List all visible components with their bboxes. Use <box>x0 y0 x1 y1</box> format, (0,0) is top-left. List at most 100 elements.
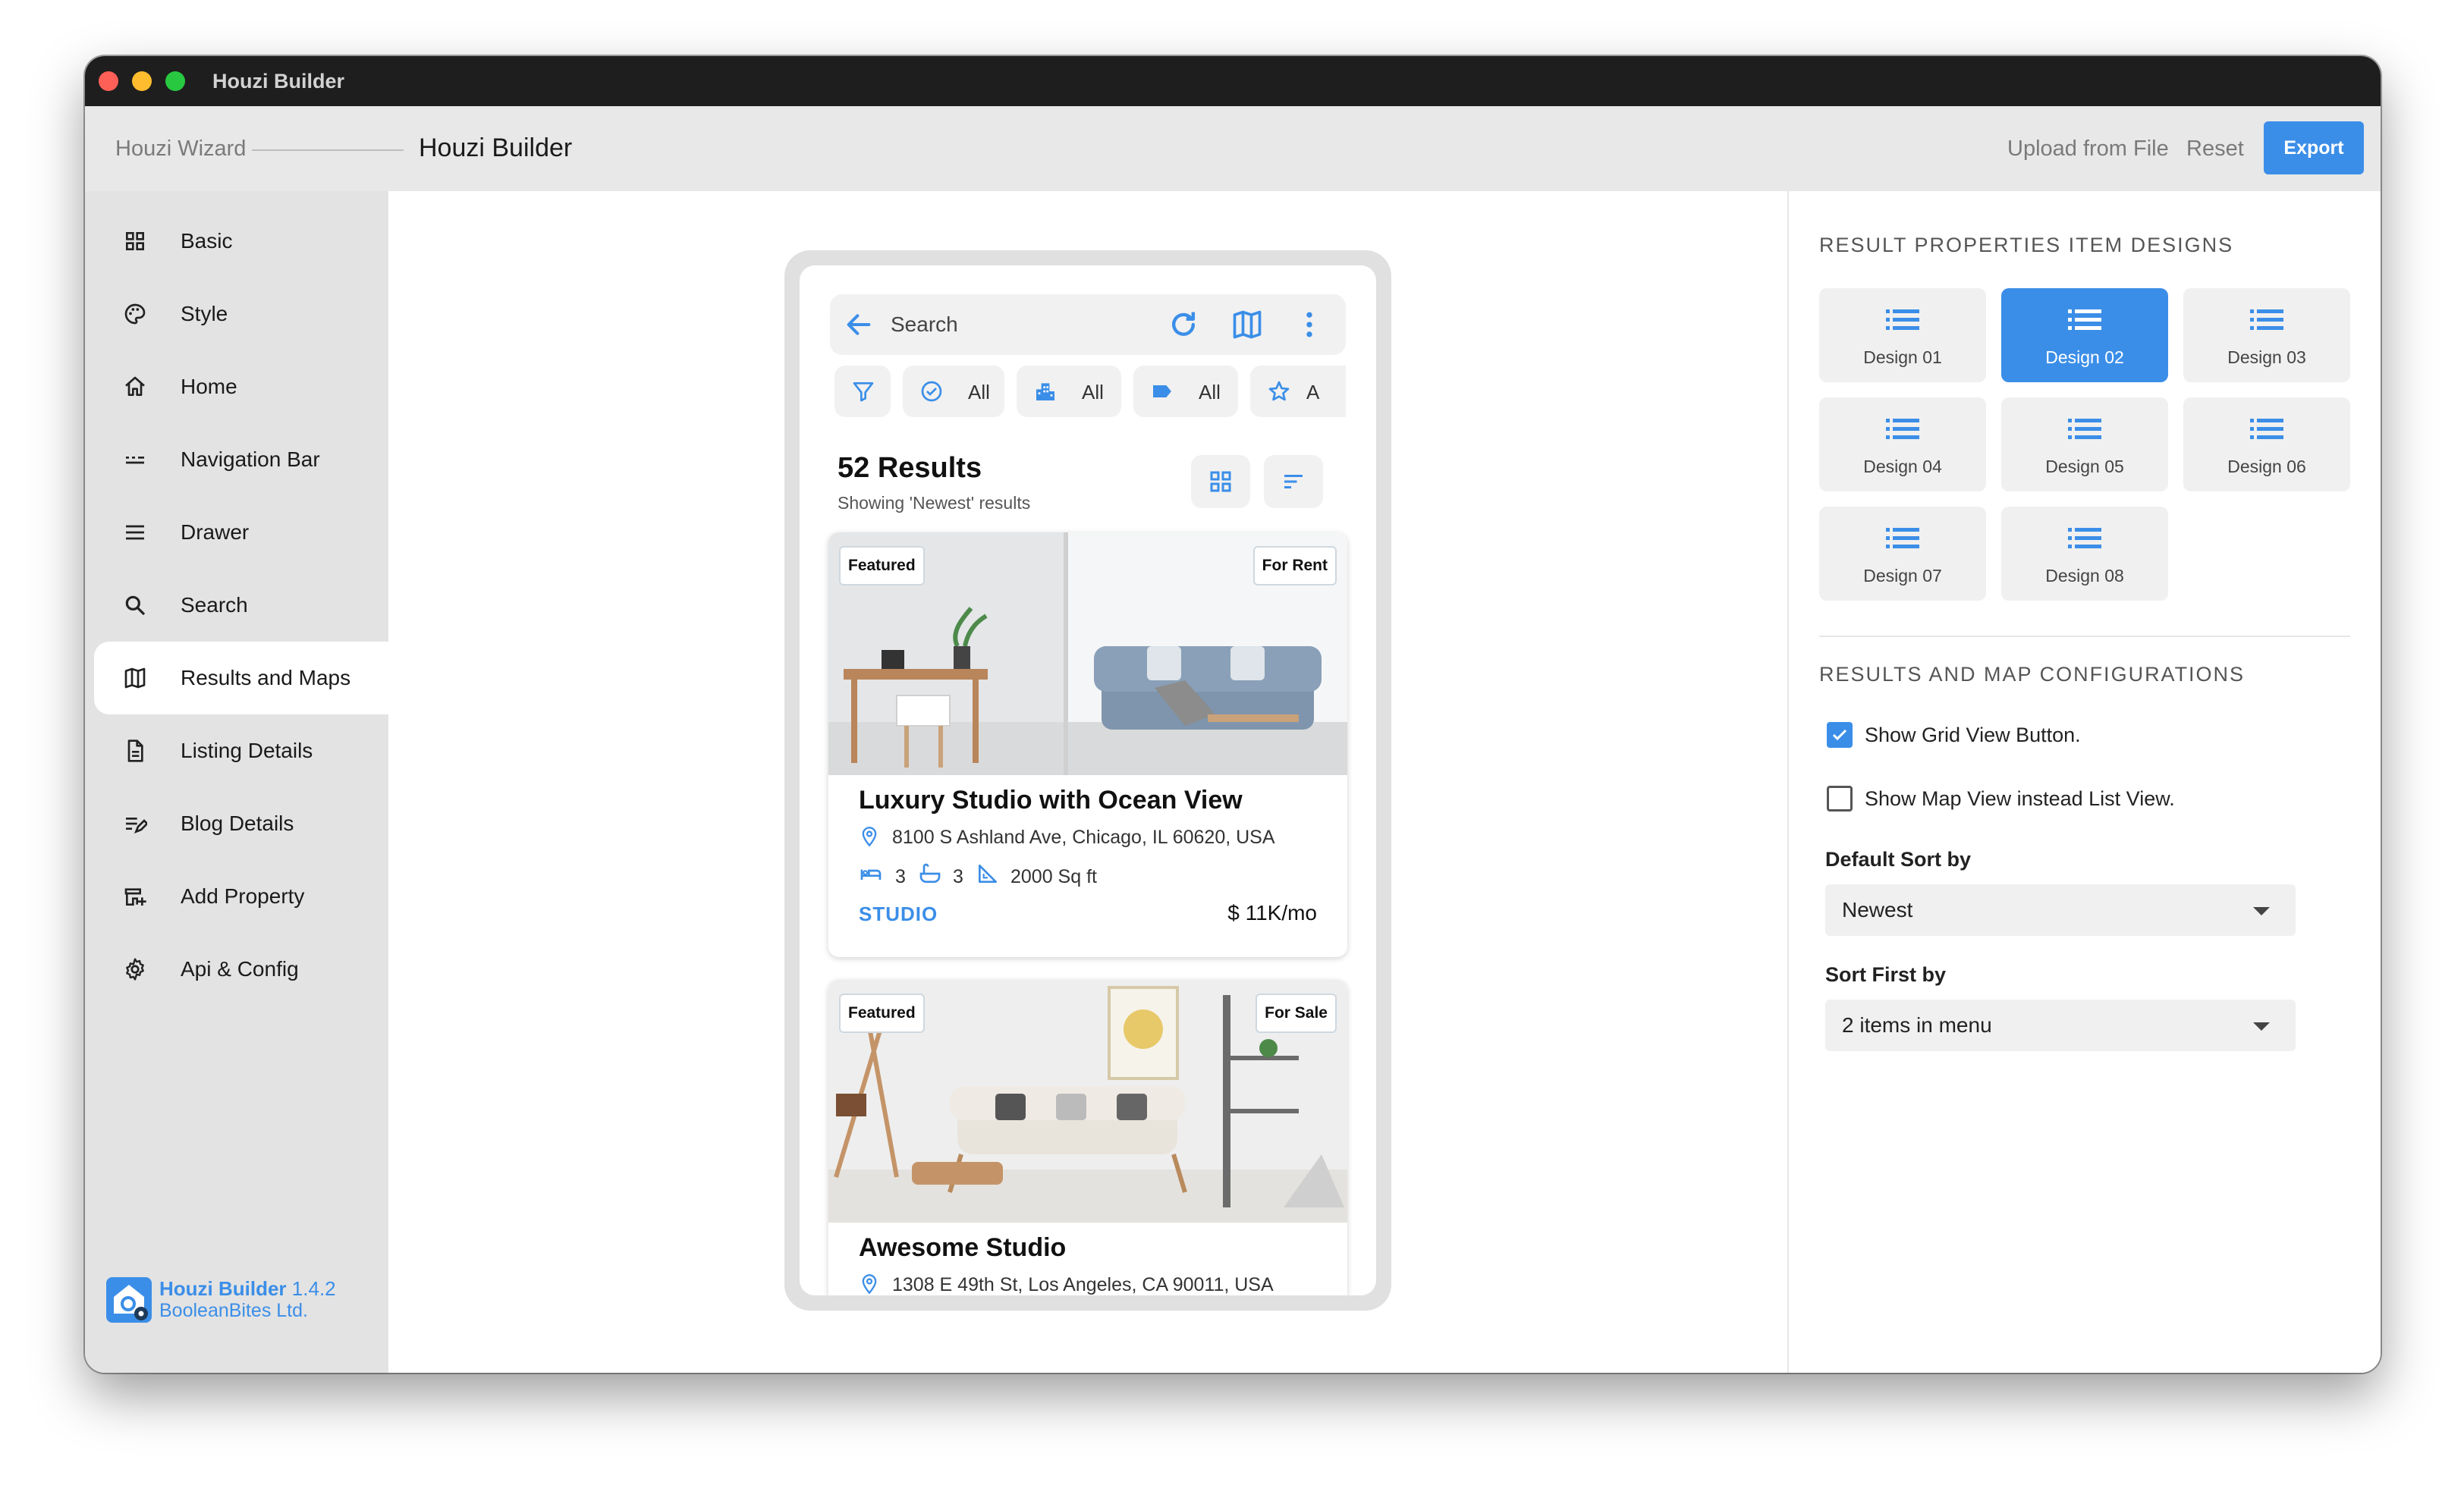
star-icon <box>1268 381 1290 401</box>
brand-version: 1.4.2 <box>291 1277 336 1300</box>
filter-chip[interactable] <box>834 366 891 417</box>
sidebar-item-results-and-maps[interactable]: Results and Maps <box>94 642 388 714</box>
refresh-icon[interactable] <box>1167 308 1200 341</box>
sidebar-item-basic[interactable]: Basic <box>94 205 388 278</box>
sidebar-item-home[interactable]: Home <box>94 350 388 423</box>
default-sort-value: Newest <box>1842 898 1913 921</box>
sidebar-item-api-config[interactable]: Api & Config <box>94 933 388 1006</box>
design-label: Design 01 <box>1863 347 1942 367</box>
design-label: Design 05 <box>2045 457 2124 476</box>
default-sort-select[interactable]: Newest <box>1825 884 2296 936</box>
design-label: Design 03 <box>2227 347 2306 367</box>
zoom-window-button[interactable] <box>165 71 185 91</box>
show-map-view-checkbox[interactable] <box>1827 786 1853 812</box>
grid-icon <box>126 232 144 250</box>
design-option-02[interactable]: Design 02 <box>2001 288 2168 382</box>
design-label: Design 04 <box>1863 457 1942 476</box>
chip-label: A <box>1306 381 1320 403</box>
minimize-window-button[interactable] <box>132 71 152 91</box>
properties-panel: RESULT PROPERTIES ITEM DESIGNS Design 01… <box>1787 191 2381 1373</box>
reset-button[interactable]: Reset <box>2186 137 2244 162</box>
title-bar: Houzi Builder <box>85 56 2381 106</box>
breadcrumb-root[interactable]: Houzi Wizard <box>115 137 246 162</box>
grid-icon <box>1210 471 1231 492</box>
sidebar-item-blog-details[interactable]: Blog Details <box>94 787 388 860</box>
brand-name: Houzi Builder <box>159 1277 287 1300</box>
list-icon <box>2068 309 2101 330</box>
design-option-06[interactable]: Design 06 <box>2183 397 2350 491</box>
default-sort-label: Default Sort by <box>1825 848 1972 871</box>
listing-card[interactable]: Featured For Sale Awesome Studio 1308 E … <box>828 980 1347 1295</box>
top-bar: Houzi Wizard Houzi Builder Upload from F… <box>85 106 2381 191</box>
gear-icon <box>126 958 144 981</box>
list-icon <box>1886 309 1919 330</box>
design-label: Design 08 <box>2045 566 2124 586</box>
list-icon <box>2068 419 2101 439</box>
list-icon <box>2068 528 2101 548</box>
export-button[interactable]: Export <box>2264 121 2364 174</box>
search-placeholder: Search <box>891 312 958 336</box>
list-icon <box>1886 528 1919 548</box>
search-bar[interactable]: Search <box>830 294 1346 355</box>
design-option-05[interactable]: Design 05 <box>2001 397 2168 491</box>
sidebar-item-label: Add Property <box>181 884 305 908</box>
sidebar-item-style[interactable]: Style <box>94 278 388 350</box>
chip-label: All <box>1199 381 1221 403</box>
sidebar-item-label: Api & Config <box>181 957 299 981</box>
sidebar-item-search[interactable]: Search <box>94 569 388 642</box>
area-icon <box>979 865 997 883</box>
design-option-03[interactable]: Design 03 <box>2183 288 2350 382</box>
sort-button[interactable] <box>1264 455 1323 508</box>
design-label: Design 07 <box>1863 566 1942 586</box>
sort-icon <box>1284 475 1303 488</box>
page-title: Houzi Builder <box>419 133 573 162</box>
results-subtitle: Showing 'Newest' results <box>838 493 1031 513</box>
design-option-04[interactable]: Design 04 <box>1819 397 1986 491</box>
design-option-01[interactable]: Design 01 <box>1819 288 1986 382</box>
filter-chips: All All All A <box>800 366 1346 420</box>
filter-chip-type[interactable]: All <box>1017 366 1121 417</box>
app-window: Houzi Builder Houzi Wizard Houzi Builder… <box>85 56 2381 1373</box>
sort-first-value: 2 items in menu <box>1842 1013 1992 1037</box>
sidebar-item-drawer[interactable]: Drawer <box>94 496 388 569</box>
navigation-bar-icon <box>126 457 144 464</box>
filter-chip-label[interactable]: All <box>1133 366 1238 417</box>
back-arrow-icon[interactable] <box>844 309 874 340</box>
close-window-button[interactable] <box>99 71 118 91</box>
area-size: 2000 Sq ft <box>1010 866 1097 887</box>
chevron-down-icon <box>2253 907 2270 915</box>
bath-icon <box>919 863 941 883</box>
upload-from-file-button[interactable]: Upload from File <box>2007 137 2169 162</box>
listing-address: 8100 S Ashland Ave, Chicago, IL 60620, U… <box>892 827 1275 848</box>
designs-section-title: RESULT PROPERTIES ITEM DESIGNS <box>1819 234 2234 256</box>
location-pin-icon <box>862 827 877 847</box>
preview-area: Search All All All A 52 Results Showing … <box>388 191 1787 1373</box>
featured-badge: Featured <box>839 546 925 586</box>
sidebar-item-add-property[interactable]: Add Property <box>94 860 388 933</box>
sort-first-select[interactable]: 2 items in menu <box>1825 1000 2296 1051</box>
show-grid-view-checkbox[interactable] <box>1827 722 1853 748</box>
chip-label: All <box>968 381 990 403</box>
brand-company: BooleanBites Ltd. <box>159 1300 308 1321</box>
home-icon <box>125 376 145 396</box>
listing-card[interactable]: Featured For Rent Luxury Studio with Oce… <box>828 532 1347 957</box>
location-pin-icon <box>862 1274 877 1295</box>
more-vertical-icon[interactable] <box>1293 308 1326 341</box>
design-option-07[interactable]: Design 07 <box>1819 507 1986 601</box>
filter-chip-feature[interactable]: A <box>1250 366 1346 417</box>
sidebar-item-label: Navigation Bar <box>181 447 320 471</box>
sidebar-item-listing-details[interactable]: Listing Details <box>94 714 388 787</box>
list-icon <box>2250 309 2283 330</box>
sidebar-item-label: Home <box>181 375 237 398</box>
filter-chip-status[interactable]: All <box>903 366 1004 417</box>
design-label: Design 02 <box>2045 347 2124 367</box>
window-title: Houzi Builder <box>212 70 344 93</box>
sidebar-item-label: Blog Details <box>181 812 294 835</box>
map-view-icon[interactable] <box>1230 308 1264 341</box>
show-map-view-label: Show Map View instead List View. <box>1865 787 2175 810</box>
check-circle-icon <box>921 381 942 402</box>
design-option-08[interactable]: Design 08 <box>2001 507 2168 601</box>
list-icon <box>1886 419 1919 439</box>
grid-view-button[interactable] <box>1191 455 1250 508</box>
sidebar-item-navigation-bar[interactable]: Navigation Bar <box>94 423 388 496</box>
